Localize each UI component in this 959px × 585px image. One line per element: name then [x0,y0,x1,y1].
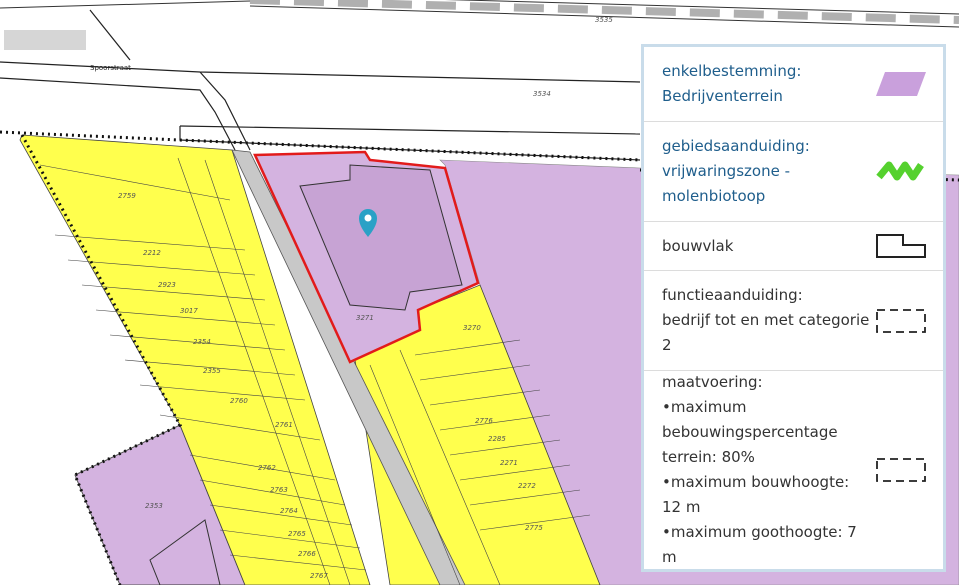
legend-panel: enkelbestemming: Bedrijventerrein gebied… [641,44,946,572]
parcel-number: 2272 [518,482,536,490]
dashed-rectangle-icon [873,457,927,483]
legend-item-maatvoering: maatvoering: maximum bebouwingspercentag… [644,371,943,569]
maatvoering-line: 12 m [662,498,701,516]
parcel-number: 2760 [230,397,248,405]
legend-label: gebiedsaanduiding: [662,137,810,155]
parcel-number: 2762 [258,464,276,472]
dashed-rectangle-icon [873,308,927,334]
parcel-number: 2271 [500,459,518,467]
legend-label: 2 [662,336,672,354]
parcel-number: 2775 [525,524,543,532]
maatvoering-line: terrein: 80% [662,448,755,466]
street-label: Spoorstraat [90,64,131,72]
parcel-number: 2764 [280,507,298,515]
parcel-number: 2355 [203,367,221,375]
parcel-number: 2923 [158,281,176,289]
grey-block [4,30,86,50]
legend-item-bedrijventerrein[interactable]: enkelbestemming: Bedrijventerrein [644,47,943,122]
legend-label: vrijwaringszone - [662,162,790,180]
road-number: 3535 [595,16,613,24]
green-zigzag-icon [873,159,927,185]
parcel-number: 2354 [193,338,211,346]
parcel-number: 3270 [463,324,481,332]
parcel-number: 2759 [118,192,136,200]
parcel-number: 2353 [145,502,163,510]
parcel-number: 3017 [180,307,198,315]
bouwvlak-outline-icon [873,233,927,259]
parcel-number: 2763 [270,486,288,494]
maatvoering-list: maximum bebouwingspercentage terrein: 80… [662,395,873,570]
maatvoering-bullet: maximum [662,395,873,420]
parcel-number: 2761 [275,421,293,429]
parcel-number: 2776 [475,417,493,425]
legend-label: enkelbestemming: [662,62,802,80]
legend-item-bouwvlak: bouwvlak [644,222,943,271]
legend-item-functieaanduiding: functieaanduiding: bedrijf tot en met ca… [644,271,943,371]
parcel-number: 2767 [310,572,328,580]
maatvoering-line: bebouwingspercentage [662,423,838,441]
purple-parallelogram-icon [873,71,927,97]
parcel-number: 2766 [298,550,316,558]
parcel-number: 2285 [488,435,506,443]
maatvoering-bullet: maximum goothoogte: 7 m [662,520,873,570]
maatvoering-bullet: maximum bouwhoogte: [662,470,873,495]
legend-label: bouwvlak [662,236,734,255]
legend-label: molenbiotoop [662,187,766,205]
road-number: 3534 [533,90,551,98]
parcel-number: 2212 [143,249,161,257]
legend-label: Bedrijventerrein [662,87,783,105]
legend-label: functieaanduiding: [662,286,803,304]
legend-label: maatvoering: [662,373,763,391]
legend-item-molenbiotoop[interactable]: gebiedsaanduiding: vrijwaringszone - mol… [644,122,943,222]
parcel-number: 3271 [356,314,374,322]
legend-label: bedrijf tot en met categorie [662,311,870,329]
parcel-number: 2765 [288,530,306,538]
